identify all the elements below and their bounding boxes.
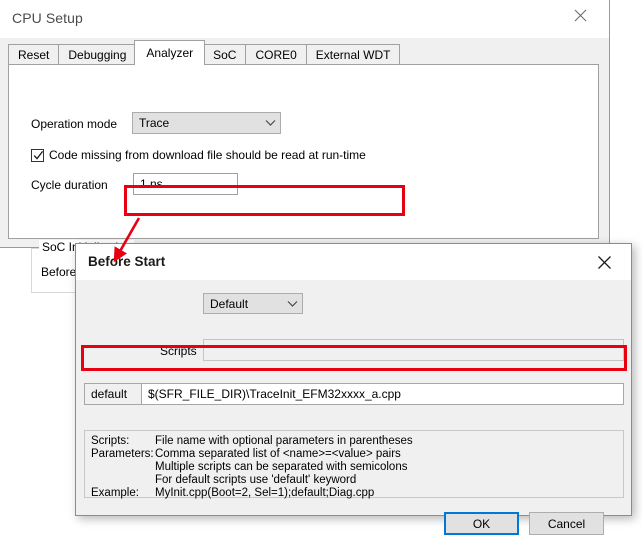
- cancel-button[interactable]: Cancel: [529, 512, 604, 535]
- cpu-setup-titlebar: CPU Setup: [0, 0, 609, 38]
- script-row[interactable]: default $(SFR_FILE_DIR)\TraceInit_EFM32x…: [84, 383, 624, 405]
- help-value: Multiple scripts can be separated with s…: [155, 461, 407, 474]
- help-line: Parameters: Comma separated list of <nam…: [91, 448, 623, 461]
- help-value: Comma separated list of <name>=<value> p…: [155, 448, 401, 461]
- ok-button[interactable]: OK: [444, 512, 519, 535]
- help-value: For default scripts use 'default' keywor…: [155, 474, 356, 487]
- cpu-setup-window: CPU Setup Operation mode Trace: [0, 0, 610, 248]
- help-line: Scripts: File name with optional paramet…: [91, 435, 623, 448]
- before-start-dialog: Before Start Default Scripts default $(S…: [75, 243, 632, 516]
- help-panel: Scripts: File name with optional paramet…: [84, 430, 624, 498]
- help-line: Multiple scripts can be separated with s…: [91, 461, 623, 474]
- tab-page-analyzer: Operation mode Trace Code missing from d…: [8, 64, 599, 239]
- dialog-title: Before Start: [88, 254, 165, 269]
- help-value: File name with optional parameters in pa…: [155, 435, 413, 448]
- help-key: Parameters:: [91, 448, 155, 461]
- tab-analyzer[interactable]: Analyzer: [134, 40, 205, 65]
- script-row-key: default: [85, 384, 142, 404]
- tab-reset[interactable]: Reset: [8, 44, 59, 65]
- operation-mode-value: Trace: [133, 116, 260, 130]
- dialog-titlebar: Before Start: [76, 244, 631, 280]
- operation-mode-combo[interactable]: Trace: [132, 112, 281, 134]
- tab-soc[interactable]: SoC: [203, 44, 246, 65]
- cycle-duration-input[interactable]: 1 ns: [133, 173, 238, 195]
- script-row-value[interactable]: $(SFR_FILE_DIR)\TraceInit_EFM32xxxx_a.cp…: [142, 384, 623, 404]
- preset-combo[interactable]: Default: [203, 293, 303, 314]
- code-missing-checkbox[interactable]: [31, 149, 44, 162]
- cpu-setup-body: Operation mode Trace Code missing from d…: [0, 38, 609, 247]
- cycle-duration-label: Cycle duration: [31, 178, 108, 192]
- help-key: Example:: [91, 487, 155, 500]
- close-icon[interactable]: [581, 247, 627, 277]
- chevron-down-icon: [282, 300, 302, 308]
- help-line: For default scripts use 'default' keywor…: [91, 474, 623, 487]
- scripts-input[interactable]: [203, 339, 624, 361]
- help-key: [91, 474, 155, 487]
- help-line: Example: MyInit.cpp(Boot=2, Sel=1);defau…: [91, 487, 623, 500]
- dialog-body: Default Scripts default $(SFR_FILE_DIR)\…: [76, 280, 631, 515]
- code-missing-checkbox-label: Code missing from download file should b…: [49, 148, 366, 162]
- tab-debugging[interactable]: Debugging: [58, 44, 136, 65]
- preset-value: Default: [204, 297, 282, 311]
- help-value: MyInit.cpp(Boot=2, Sel=1);default;Diag.c…: [155, 487, 374, 500]
- cycle-duration-value: 1 ns: [134, 177, 163, 191]
- help-key: Scripts:: [91, 435, 155, 448]
- scripts-label: Scripts: [160, 344, 197, 358]
- chevron-down-icon: [260, 119, 280, 127]
- operation-mode-label: Operation mode: [31, 117, 117, 131]
- tab-external-wdt[interactable]: External WDT: [306, 44, 401, 65]
- tab-core0[interactable]: CORE0: [245, 44, 306, 65]
- code-missing-checkbox-row[interactable]: Code missing from download file should b…: [31, 148, 366, 162]
- page-title: CPU Setup: [12, 10, 83, 26]
- close-icon[interactable]: [557, 0, 603, 30]
- help-key: [91, 461, 155, 474]
- tabstrip: Reset Debugging Analyzer SoC CORE0 Exter…: [8, 41, 399, 65]
